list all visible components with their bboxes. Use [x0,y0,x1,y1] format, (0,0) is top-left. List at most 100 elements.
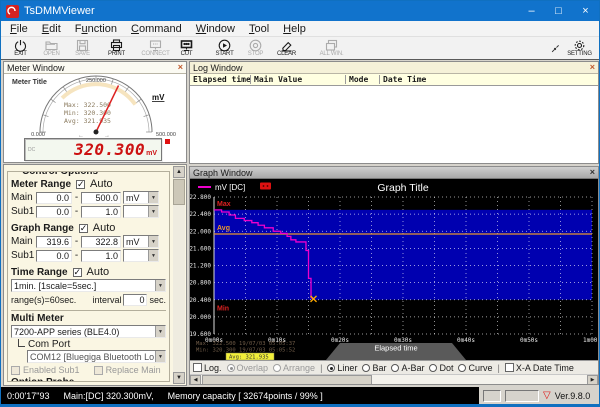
graph-range-main-from-input[interactable]: 319.6 [36,235,72,248]
meter-range-sub-to-input[interactable]: 1.0 [81,205,121,218]
meter-range-auto-checkbox[interactable] [76,179,86,190]
checkbox-icon[interactable] [193,363,202,372]
meter-range-main-from-input[interactable]: 0.0 [36,191,72,204]
toolbar-label: ALL WIN. [319,51,344,57]
meter-range-main-unit-select[interactable]: mV ▼ [123,191,159,204]
graph-range-main-unit-select[interactable]: mV ▼ [123,235,159,248]
setting-button[interactable]: SETTING [564,37,595,59]
multi-meter-value: 7200-APP series (BLE4.0) [14,327,120,337]
scroll-right-icon[interactable]: ▶ [587,375,598,384]
menu-help[interactable]: Help [276,22,313,36]
graph-scrollbar-thumb[interactable] [202,375,372,384]
save-button[interactable]: SAVE [67,37,98,59]
menu-edit[interactable]: Edit [35,22,68,36]
checkbox-icon[interactable] [504,363,514,372]
legend-label: mV [DC] [215,183,245,192]
graph-range-sub-from-input[interactable]: 0.0 [36,249,72,262]
dash: - [74,206,79,217]
menu-function[interactable]: Function [68,22,124,36]
interval-unit-label: sec. [149,294,166,305]
overlap-radio-label: Overlap [236,362,269,373]
liner-radio-label: Liner [337,362,358,373]
cut-button[interactable]: CUT [171,37,202,59]
toolbar-label: CLEAR [276,51,296,57]
menu-window[interactable]: Window [189,22,242,36]
graph-range-main-to-input[interactable]: 322.8 [81,235,121,248]
graph-horizontal-scrollbar[interactable]: ◀ ▶ [190,374,598,384]
menu-tool[interactable]: Tool [242,22,276,36]
meter-range-section: Meter Range Auto [11,178,166,190]
radio-icon[interactable] [391,363,400,372]
log-column-mode[interactable]: Mode [345,75,379,84]
graph-range-sub-to-input[interactable]: 1.0 [81,249,121,262]
time-range-select[interactable]: 1min. [1scale=5sec.] ▼ [11,279,166,292]
meter-window: Meter Window × Meter Title 250.000 0.000… [3,61,187,163]
radio-icon[interactable] [458,363,467,372]
arrange-radio[interactable]: Arrange [273,363,315,373]
graph-range-auto-checkbox[interactable] [78,223,88,234]
menu-file[interactable]: File [3,22,35,36]
radio-icon[interactable] [327,363,336,372]
close-icon[interactable]: × [572,1,599,21]
clear-button[interactable]: CLEAR [271,37,302,59]
allwin-button[interactable]: ALL WIN. [316,37,347,59]
log-checkbox[interactable]: Log. [193,363,222,373]
scroll-up-icon[interactable]: ▲ [173,166,185,178]
radio-icon[interactable] [362,363,371,372]
svg-text:320.000: 320.000 [190,314,211,321]
meter-range-sub-from-input[interactable]: 0.0 [36,205,72,218]
control-options-panel: Control Options Meter Range Auto Main 0.… [3,164,187,386]
xa-date-time-checkbox-label: X-A Date Time [515,362,574,373]
open-button[interactable]: OPEN [36,37,67,59]
bar-radio[interactable]: Bar [362,363,386,373]
graph-range-auto-label: Auto [92,222,116,234]
toolbar: EXIT OPEN SAVE PRINT CONNECT CUT START STOP CLEA… [1,37,599,60]
radio-icon[interactable] [429,363,438,372]
dot-radio[interactable]: Dot [429,363,453,373]
overlap-radio[interactable]: Overlap [226,362,269,373]
app-window: TsDMMViewer – □ × File Edit Function Comman… [0,0,600,407]
radio-icon[interactable] [226,363,235,372]
status-elapsed-time: 0:00'17"93 [7,391,50,401]
log-window-close-icon[interactable]: × [590,63,595,72]
replace-main-checkbox[interactable] [93,365,103,375]
tree-connector [18,339,25,347]
stop-button[interactable]: STOP [240,37,271,59]
enabled-sub1-checkbox[interactable] [11,365,20,375]
log-column-main-value[interactable]: Main Value [250,75,345,84]
graph-window-close-icon[interactable]: × [590,168,595,177]
minimize-icon[interactable]: – [518,1,545,21]
curve-radio[interactable]: Curve [458,363,493,373]
liner-radio[interactable]: Liner [327,363,357,373]
meter-range-sub-unit-select[interactable]: ▼ [123,205,159,218]
log-column-date-time[interactable]: Date Time [379,75,598,84]
scroll-left-icon[interactable]: ◀ [190,375,201,384]
scroll-down-icon[interactable]: ▼ [173,372,185,384]
exit-button[interactable]: EXIT [5,37,36,59]
probe-connector-button[interactable] [546,37,564,59]
time-range-section: Time Range Auto [11,266,166,278]
graph-range-sub-unit-select[interactable]: ▼ [123,249,159,262]
gauge-pivot [93,129,99,135]
control-scrollbar-thumb[interactable] [173,179,185,205]
com-port-select[interactable]: COM12 [Bluegiga Bluetooth Lo ▼ [27,350,166,363]
print-button[interactable]: PRINT [101,37,132,59]
menu-command[interactable]: Command [124,22,189,36]
time-range-auto-checkbox[interactable] [72,267,82,278]
diagonal-connector-icon [551,44,559,52]
alert-triangle-icon: ▽ [543,390,551,401]
meter-range-main-to-input[interactable]: 500.0 [81,191,121,204]
interval-input[interactable]: 0 [123,293,148,306]
xa-date-time-checkbox[interactable]: X-A Date Time [504,362,574,373]
maximize-icon[interactable]: □ [545,1,572,21]
a-bar-radio[interactable]: A-Bar [391,363,424,373]
gauge-svg: Meter Title 250.000 0.000 500.000 mV Max… [12,75,176,139]
connect-button[interactable]: CONNECT [140,37,171,59]
time-range-info: range(s)=60sec. [11,294,77,305]
title-bar: TsDMMViewer – □ × [1,1,599,21]
log-column-elapsed-time[interactable]: Elapsed time [190,75,250,84]
multi-meter-select[interactable]: 7200-APP series (BLE4.0) ▼ [11,325,166,338]
start-button[interactable]: START [209,37,240,59]
radio-icon[interactable] [273,363,282,372]
meter-window-close-icon[interactable]: × [178,63,183,72]
